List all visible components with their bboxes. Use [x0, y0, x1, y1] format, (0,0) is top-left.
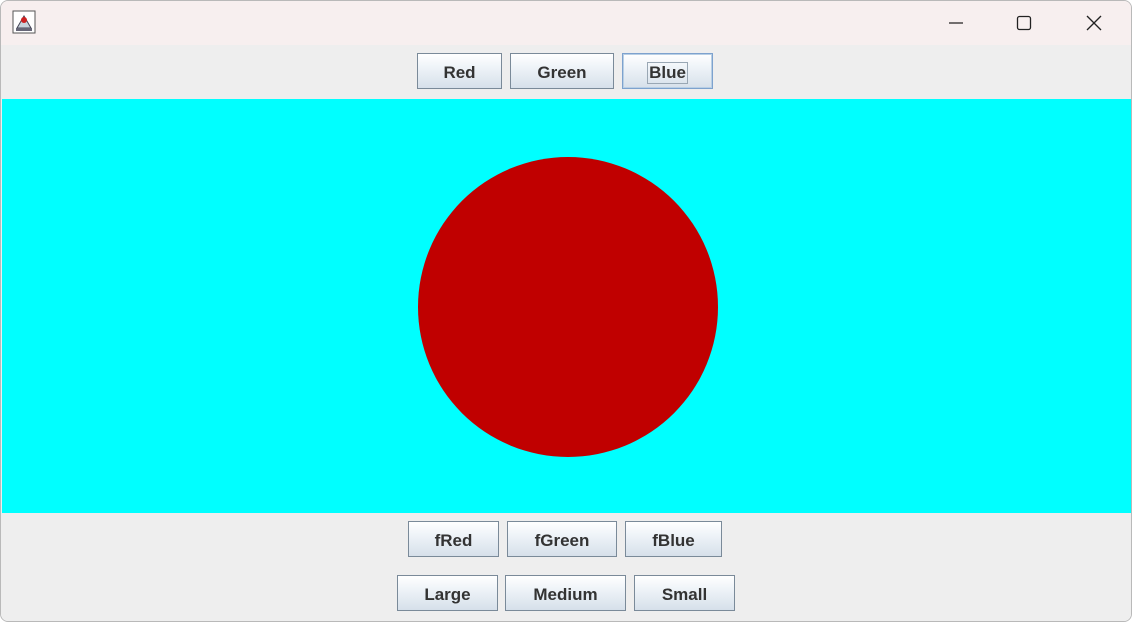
small-button[interactable]: Small	[634, 575, 735, 611]
fgreen-button[interactable]: fGreen	[507, 521, 617, 557]
shape-toolbar: fRed fGreen fBlue Large Medium Small	[1, 513, 1131, 621]
minimize-icon	[949, 22, 963, 24]
maximize-icon	[1016, 15, 1032, 31]
green-button[interactable]: Green	[510, 53, 614, 89]
blue-button-label: Blue	[647, 62, 688, 84]
minimize-button[interactable]	[923, 1, 989, 45]
blue-button[interactable]: Blue	[622, 53, 713, 89]
maximize-button[interactable]	[991, 1, 1057, 45]
app-window: Red Green Blue fRed fGreen fBlue Large M…	[0, 0, 1132, 622]
medium-button[interactable]: Medium	[505, 575, 626, 611]
close-icon	[1086, 15, 1102, 31]
color-toolbar: Red Green Blue	[1, 45, 1131, 99]
canvas-svg	[2, 99, 1131, 513]
title-bar	[1, 1, 1131, 45]
java-cup-icon[interactable]	[12, 10, 36, 34]
large-button[interactable]: Large	[397, 575, 498, 611]
drawing-canvas[interactable]	[2, 99, 1131, 513]
red-circle	[418, 157, 718, 457]
fred-button[interactable]: fRed	[408, 521, 499, 557]
close-button[interactable]	[1061, 1, 1127, 45]
red-button[interactable]: Red	[417, 53, 502, 89]
fblue-button[interactable]: fBlue	[625, 521, 722, 557]
